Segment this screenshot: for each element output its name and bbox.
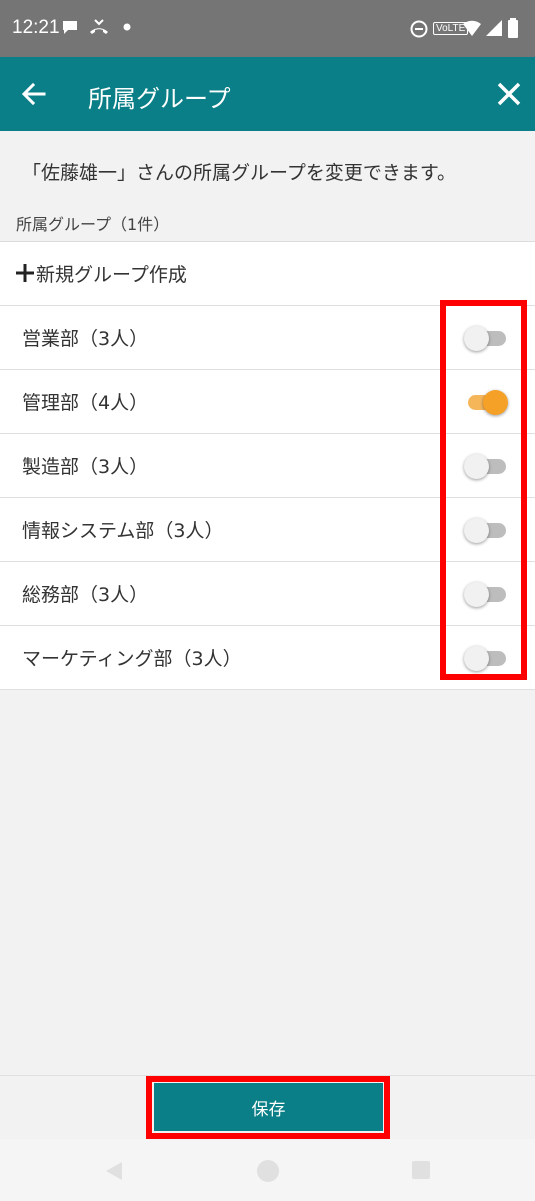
app-bar: 所属グループ	[0, 57, 535, 131]
section-label: 所属グループ（1件）	[16, 215, 170, 234]
notification-dot-icon	[123, 23, 131, 31]
chat-bubble-icon	[63, 21, 77, 34]
description-text: 「佐藤雄一」さんの所属グループを変更できます。	[22, 162, 456, 184]
group-label: 製造部（3人）	[22, 456, 149, 478]
nav-home-icon[interactable]	[256, 1159, 280, 1183]
group-label: 営業部（3人）	[22, 328, 149, 350]
page-title: 所属グループ	[88, 85, 231, 113]
group-label: 総務部（3人）	[22, 584, 149, 606]
wifi-icon	[463, 20, 481, 36]
close-icon[interactable]	[496, 81, 522, 107]
nav-recents-icon[interactable]	[411, 1160, 431, 1180]
plus-icon	[16, 264, 34, 282]
group-label: 管理部（4人）	[22, 392, 149, 414]
cellular-signal-icon	[486, 20, 502, 36]
status-time: 12:21	[12, 17, 60, 38]
toggles-highlight-box	[440, 300, 527, 680]
missed-call-icon	[90, 19, 108, 34]
new-group-button[interactable]: 新規グループ作成	[0, 242, 535, 306]
battery-icon	[508, 18, 518, 38]
nav-back-icon[interactable]	[104, 1161, 124, 1181]
back-arrow-icon[interactable]	[18, 78, 50, 110]
system-nav-bar	[0, 1139, 535, 1201]
new-group-label: 新規グループ作成	[36, 264, 187, 286]
status-bar: 12:21 VoLTE	[0, 0, 535, 57]
group-label: マーケティング部（3人）	[22, 648, 242, 670]
save-highlight-box	[146, 1076, 390, 1139]
group-label: 情報システム部（3人）	[22, 520, 224, 542]
do-not-disturb-icon	[410, 20, 428, 38]
